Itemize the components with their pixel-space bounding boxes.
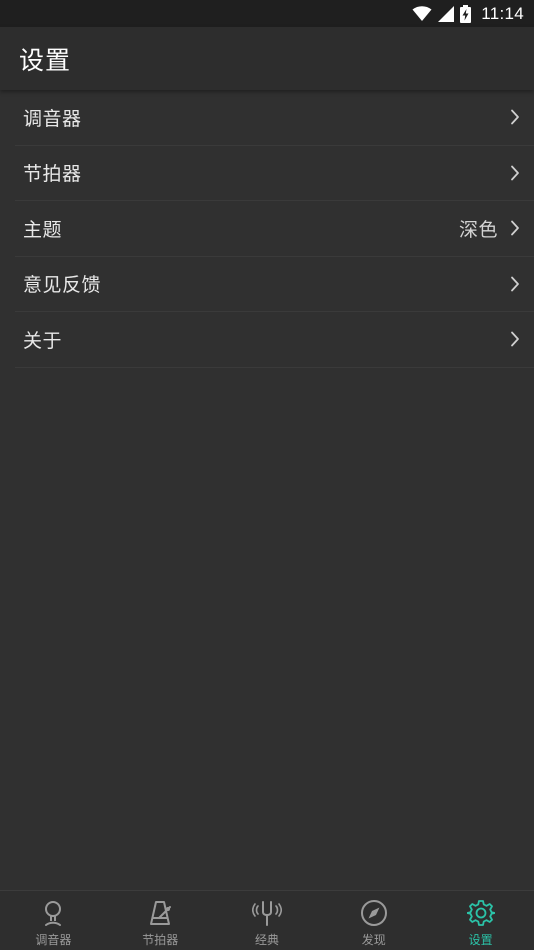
settings-item-tuner[interactable]: 调音器 bbox=[15, 90, 534, 146]
nav-item-tuner[interactable]: 调音器 bbox=[0, 891, 107, 950]
nav-item-settings[interactable]: 设置 bbox=[427, 891, 534, 950]
nav-label: 调音器 bbox=[35, 933, 72, 947]
settings-screen: 11:14 设置 调音器 节拍器 主题 深色 意见反馈 关于 调音器 节拍器 经… bbox=[0, 0, 534, 950]
app-bar: 设置 bbox=[0, 27, 534, 90]
nav-label: 发现 bbox=[361, 933, 386, 947]
chevron-right-icon bbox=[511, 276, 519, 292]
nav-item-discover[interactable]: 发现 bbox=[320, 891, 427, 950]
chevron-right-icon bbox=[511, 165, 519, 181]
chevron-right-icon bbox=[511, 331, 519, 347]
bottom-nav: 调音器 节拍器 经典 发现 设置 bbox=[0, 890, 534, 950]
tuning-fork-icon bbox=[251, 901, 282, 926]
compass-icon bbox=[360, 900, 387, 926]
nav-label: 节拍器 bbox=[142, 933, 179, 947]
nav-item-metronome[interactable]: 节拍器 bbox=[107, 891, 214, 950]
settings-item-feedback[interactable]: 意见反馈 bbox=[15, 257, 534, 312]
tuner-icon bbox=[45, 901, 62, 926]
page-title: 设置 bbox=[19, 45, 72, 75]
settings-item-label: 主题 bbox=[23, 218, 63, 241]
wifi-icon bbox=[412, 5, 432, 21]
chevron-right-icon bbox=[511, 109, 519, 125]
settings-item-about[interactable]: 关于 bbox=[15, 312, 534, 368]
theme-value: 深色 bbox=[458, 218, 498, 241]
chevron-right-icon bbox=[511, 220, 519, 236]
nav-label: 经典 bbox=[254, 933, 279, 947]
settings-item-metronome[interactable]: 节拍器 bbox=[15, 146, 534, 201]
settings-item-label: 关于 bbox=[23, 329, 63, 352]
nav-item-classic[interactable]: 经典 bbox=[214, 891, 321, 950]
status-bar: 11:14 bbox=[0, 0, 534, 27]
metronome-icon bbox=[150, 901, 172, 925]
gear-icon bbox=[466, 900, 495, 926]
cellular-signal-icon bbox=[438, 5, 455, 22]
settings-item-label: 调音器 bbox=[23, 107, 82, 130]
settings-item-label: 意见反馈 bbox=[23, 274, 102, 297]
status-time: 11:14 bbox=[481, 3, 524, 23]
battery-charging-icon bbox=[460, 4, 472, 23]
settings-item-label: 节拍器 bbox=[23, 163, 82, 186]
nav-label: 设置 bbox=[468, 933, 493, 947]
settings-list: 调音器 节拍器 主题 深色 意见反馈 关于 bbox=[15, 90, 534, 368]
settings-item-theme[interactable]: 主题 深色 bbox=[15, 201, 534, 257]
